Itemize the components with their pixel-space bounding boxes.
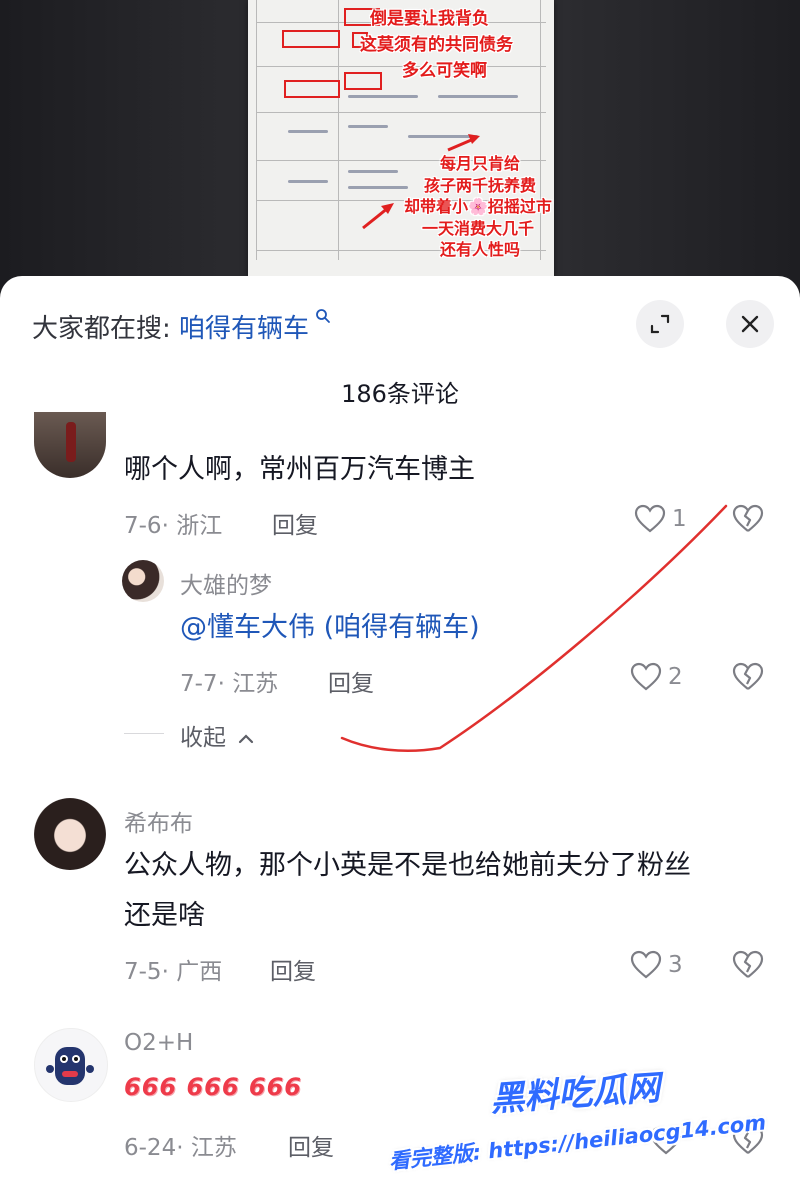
close-button[interactable] [726,300,774,348]
like-button[interactable]: 3 [630,950,683,980]
emoji-666: 666 666 666 [124,1073,303,1101]
chevron-up-icon [239,734,254,744]
comment-date-location: 6-24· 江苏 [124,1135,237,1161]
watermark-url: 看完整版: https://heiliaocg14.com [387,1110,768,1174]
reply-button[interactable]: 回复 [328,664,374,698]
like-button[interactable]: 2 [630,662,683,692]
comment-date-location: 7-7· 江苏 [180,671,279,697]
overlay-caption: 还有人性吗 [440,240,521,259]
comment-username[interactable]: 大雄的梦 [180,566,272,600]
comment-text: 公众人物，那个小英是不是也给她前夫分了粉丝 [124,850,691,881]
avatar[interactable] [34,412,106,478]
search-icon [309,308,331,329]
expand-icon [650,314,670,334]
trending-search[interactable]: 大家都在搜: 咱得有辆车 [32,308,331,345]
comment-date-location: 7-6· 浙江 [124,513,223,539]
heart-icon [630,662,662,691]
comment-sheet: 大家都在搜: 咱得有辆车 186条评论 哪个人啊，常州百万汽车博主 7-6· 浙… [0,276,800,1200]
broken-heart-icon [732,662,764,690]
overlay-caption: 多么可笑啊 [402,61,487,81]
heart-icon [634,504,666,533]
annotation-curve [340,504,728,752]
trending-search-prefix: 大家都在搜: [32,314,180,344]
close-icon [741,315,759,333]
watermark-brand: 黑料吃瓜网 [489,1068,662,1120]
like-count: 3 [668,952,683,978]
avatar[interactable] [122,560,164,602]
reply-button[interactable]: 回复 [272,506,318,540]
overlay-caption: 每月只肯给 [440,154,521,173]
mention-link[interactable]: @懂车大伟 (咱得有辆车) [180,606,480,650]
collapse-label: 收起 [180,725,226,751]
like-count: 1 [672,506,687,532]
reply-button[interactable]: 回复 [270,952,316,986]
dislike-button[interactable] [732,950,764,984]
comment-count: 186条评论 [341,380,459,408]
reply-button[interactable]: 回复 [288,1128,334,1162]
dislike-button[interactable] [732,662,764,696]
comment-username[interactable]: 希布布 [124,804,193,838]
heart-icon [630,950,662,979]
comment-username[interactable]: O2+H [124,1030,193,1056]
trending-search-term[interactable]: 咱得有辆车 [179,314,309,344]
divider [124,733,164,734]
like-button[interactable]: 1 [634,504,687,534]
dislike-button[interactable] [732,504,764,538]
comment-date-location: 7-5· 广西 [124,959,223,985]
overlay-caption: 这莫须有的共同债务 [360,35,513,55]
broken-heart-icon [732,504,764,532]
comment-text: 还是啥 [124,900,205,931]
avatar[interactable] [34,798,106,870]
broken-heart-icon [732,950,764,978]
like-count: 2 [668,664,683,690]
collapse-replies-button[interactable]: 收起 [180,718,255,752]
expand-button[interactable] [636,300,684,348]
overlay-caption: 却带着小🌸招摇过市 [404,197,552,216]
overlay-caption: 倒是要让我背负 [370,9,489,29]
video-preview[interactable]: 倒是要让我背负 这莫须有的共同债务 多么可笑啊 每月只肯给 孩子两千抚养费 却带… [0,0,800,290]
avatar[interactable] [34,1028,108,1102]
comment-text: 哪个人啊，常州百万汽车博主 [124,454,475,485]
